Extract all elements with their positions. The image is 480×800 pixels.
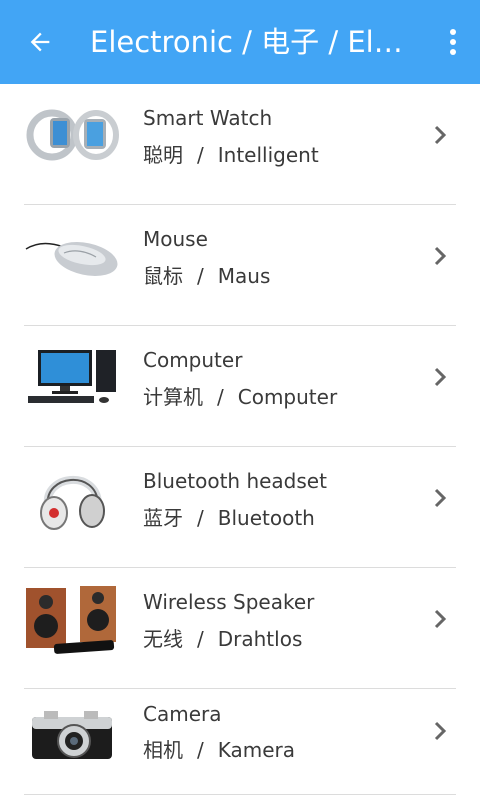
item-german: Maus [217,264,271,288]
computer-image [24,342,120,412]
arrow-back-icon [30,32,50,52]
speaker-image [24,584,120,654]
overflow-menu-button[interactable] [436,20,470,64]
item-list: Smart Watch 聪明 / Intelligent Mouse 鼠标 / Maus [0,84,480,795]
item-chinese: 聪明 [143,143,183,167]
item-translation: 无线 / Drahtlos [143,623,302,652]
item-german: Computer [237,385,338,409]
back-button[interactable] [18,20,62,64]
page-title: Electronic / 电子 / Elek… [90,25,420,59]
list-item[interactable]: Wireless Speaker 无线 / Drahtlos [0,568,480,689]
camera-image [24,701,120,771]
item-name: Camera [143,702,222,726]
item-chinese: 相机 [143,738,183,762]
item-german: Bluetooth [217,506,315,530]
chevron-right-icon [434,721,447,741]
item-translation: 聪明 / Intelligent [143,139,319,168]
headset-image [24,463,120,533]
separator: / [197,506,204,530]
item-german: Drahtlos [217,627,303,651]
item-name: Wireless Speaker [143,590,315,614]
item-translation: 蓝牙 / Bluetooth [143,502,315,531]
separator: / [197,627,204,651]
item-translation: 相机 / Kamera [143,734,295,763]
separator: / [217,385,224,409]
chevron-right-icon [434,125,447,145]
item-translation: 计算机 / Computer [143,381,337,410]
divider [24,794,456,795]
list-item[interactable]: Smart Watch 聪明 / Intelligent [0,84,480,205]
chevron-right-icon [434,609,447,629]
mouse-image [24,221,120,291]
smart-watch-image [24,100,120,170]
chevron-right-icon [434,367,447,387]
item-name: Smart Watch [143,106,273,130]
item-chinese: 计算机 [143,385,203,409]
list-item[interactable]: Mouse 鼠标 / Maus [0,205,480,326]
item-name: Bluetooth headset [143,469,327,493]
item-chinese: 蓝牙 [143,506,183,530]
chevron-right-icon [434,246,447,266]
item-name: Mouse [143,227,208,251]
item-german: Intelligent [217,143,319,167]
list-item[interactable]: Camera 相机 / Kamera [0,689,480,795]
item-name: Computer [143,348,243,372]
separator: / [197,143,204,167]
item-german: Kamera [217,738,296,762]
separator: / [197,264,204,288]
list-item[interactable]: Bluetooth headset 蓝牙 / Bluetooth [0,447,480,568]
item-translation: 鼠标 / Maus [143,260,270,289]
more-vert-icon [450,29,456,55]
app-bar: Electronic / 电子 / Elek… [0,0,480,84]
list-item[interactable]: Computer 计算机 / Computer [0,326,480,447]
item-chinese: 无线 [143,627,183,651]
chevron-right-icon [434,488,447,508]
separator: / [197,738,204,762]
item-chinese: 鼠标 [143,264,183,288]
